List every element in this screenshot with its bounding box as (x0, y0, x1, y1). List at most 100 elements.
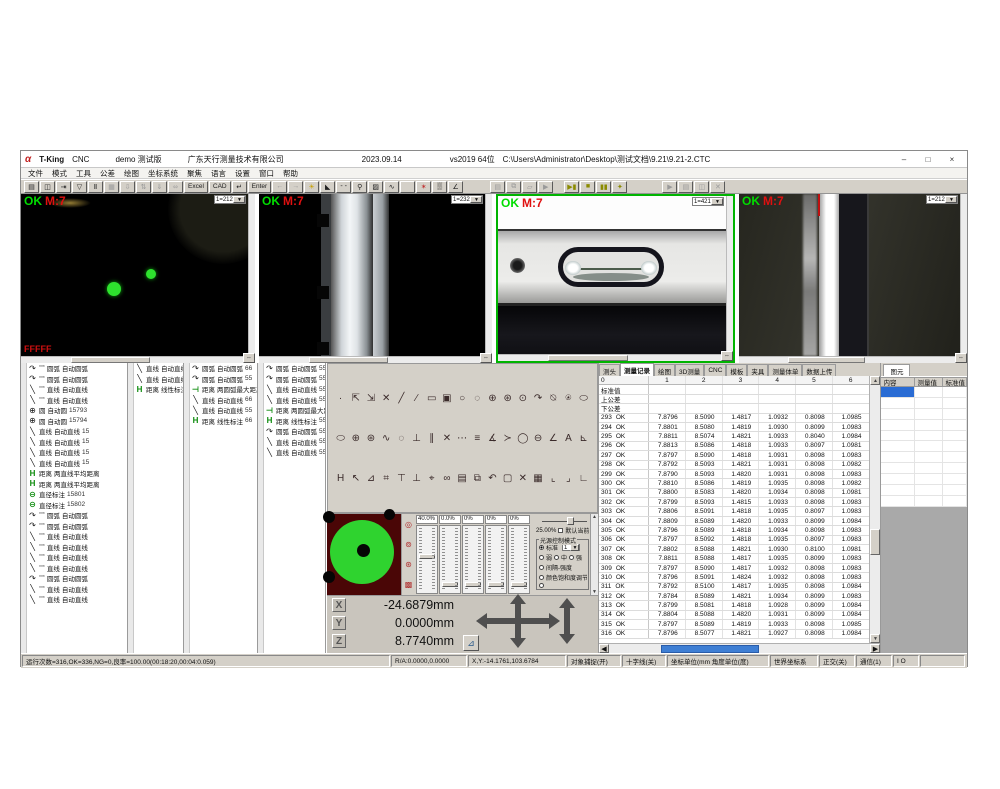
list-item[interactable]: ╲***直线自动直线 (27, 384, 127, 395)
list-item[interactable]: ╲***直线自动直线 (27, 552, 127, 563)
corner-bl-tool-icon[interactable]: ⌞ (546, 473, 561, 484)
calculator-tool-icon[interactable]: ▤ (455, 473, 470, 484)
menu-item-绘图[interactable]: 绘图 (124, 168, 139, 179)
camera-1-pan-icon[interactable]: ⇔ (243, 353, 255, 363)
circle-hatch-tool-icon[interactable]: ⊛ (500, 393, 515, 404)
record-row[interactable]: 313OK7.87998.50811.48181.09280.80991.098… (599, 601, 869, 610)
jog-left-arrow-icon[interactable] (476, 613, 487, 629)
run-save-button[interactable]: ▤ (490, 181, 505, 193)
maximize-button[interactable]: □ (917, 153, 939, 166)
tab-element[interactable]: 图元 (883, 364, 910, 376)
line-2-tool-icon[interactable]: ∕ (409, 393, 424, 404)
circle-open-tool-icon[interactable]: ◯ (515, 433, 530, 444)
camera-3-pan-icon[interactable]: ⇔ (721, 351, 733, 361)
grid-dim-tool-icon[interactable]: ⌗ (379, 473, 394, 484)
light-slider-2[interactable]: 0.0% (439, 515, 461, 594)
list-item[interactable]: ↷***圆弧自动圆弧 (27, 573, 127, 584)
list-item[interactable]: H距离两直线平均距离 (27, 468, 127, 479)
channel-combo[interactable]: 1▼ (562, 544, 580, 551)
record-row[interactable]: 312OK7.87848.50891.48211.09340.80991.098… (599, 592, 869, 601)
list-item[interactable]: ↷圆弧自动圆弧55 (190, 374, 257, 385)
slider-thumb[interactable] (419, 554, 435, 559)
delete-tool-icon[interactable]: ✕ (515, 473, 530, 484)
blob-tool-icon[interactable]: ◌ (394, 433, 409, 444)
ring-light-preview[interactable] (327, 514, 401, 595)
camera-4-vscrollbar[interactable] (960, 194, 967, 356)
excel-button[interactable]: Excel (184, 181, 208, 193)
list-item[interactable]: ↷圆弧自动圆弧55 (264, 363, 325, 374)
ring-light-icon[interactable]: ◎ (405, 520, 412, 529)
record-vscrollbar[interactable]: ▲ ▼ (869, 376, 880, 643)
list-item[interactable]: ╲直线自动直线55 (264, 447, 325, 458)
pick-in-tool-icon[interactable]: ⇱ (348, 393, 363, 404)
element-row[interactable] (881, 463, 967, 474)
list-item[interactable]: H距离线性标注55 (264, 416, 325, 427)
list-item[interactable]: ⊖直径标注15802 (27, 500, 127, 511)
light-slider-4[interactable]: 0% (485, 515, 507, 594)
menu-item-帮助[interactable]: 帮助 (283, 168, 298, 179)
list-item[interactable]: ╲直线自动直线15 (27, 447, 127, 458)
target-tool-icon[interactable]: ⌖ (424, 473, 439, 484)
close-button[interactable]: × (941, 153, 963, 166)
tab-测量记录[interactable]: 测量记录 (620, 363, 654, 376)
level-radio-强[interactable] (569, 555, 574, 560)
light-bulb-button[interactable]: ☀ (304, 181, 319, 193)
right-angle-tool-icon[interactable]: ∟ (576, 473, 591, 484)
list-item[interactable]: ↷***圆弧自动圆弧 (27, 374, 127, 385)
angle-base-tool-icon[interactable]: ⊾ (576, 433, 591, 444)
tab-绘图[interactable]: 绘图 (654, 364, 675, 376)
record-row[interactable]: 316OK7.87968.50771.48211.09270.80981.098… (599, 630, 869, 639)
updown-button[interactable]: ⇅ (136, 181, 151, 193)
angle-tool-icon[interactable]: ∡ (485, 433, 500, 444)
points-tool-icon[interactable]: ⋯ (455, 433, 470, 444)
lines-tool-icon[interactable]: ≡ (470, 433, 485, 444)
circle-hatch2-tool-icon[interactable]: ⊛ (363, 433, 378, 444)
play-to-end-button[interactable]: ▶▮ (564, 181, 579, 193)
slider-thumb[interactable] (511, 582, 527, 587)
chevron-down-icon[interactable]: ▼ (570, 544, 579, 551)
list-item[interactable]: ╲***直线自动直线 (27, 395, 127, 406)
slider-track[interactable] (416, 525, 438, 594)
vscroll-thumb[interactable] (870, 529, 880, 555)
element-row[interactable] (881, 409, 967, 420)
light-master-slider[interactable] (542, 517, 587, 525)
hatch-button[interactable]: ▨ (368, 181, 383, 193)
pen-export-button[interactable]: ↵ (232, 181, 247, 193)
blank-button[interactable] (400, 181, 415, 193)
record-row[interactable]: 306OK7.87978.50921.48181.09350.80971.098… (599, 536, 869, 545)
pick-out-tool-icon[interactable]: ⇲ (363, 393, 378, 404)
color-radio[interactable] (539, 575, 544, 580)
list-item[interactable]: H距离线性标注34 (134, 384, 183, 395)
box-dashed-tool-icon[interactable]: ▢ (500, 473, 515, 484)
record-row[interactable]: 304OK7.88098.50891.48201.09330.80991.098… (599, 517, 869, 526)
camera-4-view[interactable]: OK M:7 (739, 194, 960, 356)
list-item[interactable]: ⊣距离两圆弧最大距离 (264, 405, 325, 416)
chevron-down-icon[interactable]: ▼ (711, 198, 723, 205)
record-row[interactable]: 309OK7.87978.50901.48171.09320.80981.098… (599, 564, 869, 573)
slider-track[interactable] (439, 525, 461, 594)
diagonal-move-button[interactable]: ⊿ (463, 635, 479, 651)
camera-3-vscrollbar[interactable] (726, 196, 733, 354)
element-row[interactable] (881, 441, 967, 452)
record-row[interactable]: 295OK7.88118.50741.48211.09330.80401.098… (599, 432, 869, 441)
tab-CNC[interactable]: CNC (704, 364, 726, 376)
line-tool-icon[interactable]: ╱ (394, 393, 409, 404)
list-item[interactable]: ↷圆弧自动圆弧55 (264, 426, 325, 437)
record-row[interactable]: 300OK7.88108.50861.48191.09350.80981.098… (599, 479, 869, 488)
edge-tool-button[interactable]: Ⅱ (88, 181, 103, 193)
record-row[interactable]: 315OK7.87978.50891.48191.09330.80981.098… (599, 620, 869, 629)
list-item[interactable]: ↷***圆弧自动圆弧 (27, 363, 127, 374)
default-mode-checkbox[interactable] (558, 528, 563, 533)
tolerance-row[interactable]: 下公差 (599, 404, 869, 413)
multi-save-button[interactable]: ⧉ (506, 181, 521, 193)
record-row[interactable]: 297OK7.87978.50901.48181.09310.80981.098… (599, 451, 869, 460)
circle-dot-tool-icon[interactable]: ⊙ (515, 393, 530, 404)
open-2-button[interactable]: ◫ (694, 181, 709, 193)
level-radio-中[interactable] (554, 555, 559, 560)
tab-夹具[interactable]: 夹具 (747, 364, 768, 376)
interval-radio[interactable] (539, 565, 544, 570)
camera-4-hscrollbar[interactable] (739, 356, 960, 363)
list-item[interactable]: ╲直线自动直线34 (134, 363, 183, 374)
dither-button[interactable]: ▒ (432, 181, 447, 193)
list-item[interactable]: ╲直线自动直线55 (264, 395, 325, 406)
